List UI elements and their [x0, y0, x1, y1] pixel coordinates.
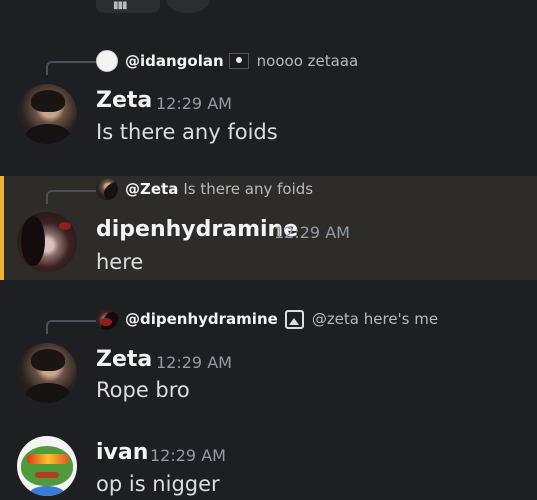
- username[interactable]: Zeta: [96, 347, 152, 372]
- message-text: Is there any foids: [96, 120, 278, 144]
- reply-avatar: [96, 178, 118, 200]
- reply-connector: [46, 320, 96, 334]
- reply-preview[interactable]: @Zeta Is there any foids: [96, 178, 313, 200]
- reply-avatar: [96, 308, 118, 330]
- timestamp: 12:29 AM: [156, 353, 232, 372]
- avatar[interactable]: [17, 436, 77, 496]
- reply-username[interactable]: @dipenhydramine: [125, 310, 278, 328]
- username[interactable]: dipenhydramine: [96, 217, 298, 242]
- bars-icon: ▮▮▮: [113, 0, 127, 11]
- reply-text: Is there any foids: [183, 180, 314, 198]
- message-text: here: [96, 250, 144, 274]
- avatar[interactable]: [17, 212, 77, 272]
- pirate-flag-icon: [228, 53, 249, 69]
- avatar[interactable]: [17, 343, 77, 403]
- reaction-button[interactable]: ▮▮▮: [96, 0, 160, 13]
- timestamp: 12:29 AM: [274, 223, 350, 242]
- reply-preview[interactable]: @dipenhydramine @zeta here's me: [96, 308, 438, 330]
- message-text: op is nigger: [96, 472, 220, 496]
- image-icon: [284, 309, 304, 329]
- reply-avatar: [96, 50, 118, 72]
- reply-username[interactable]: @idangolan: [125, 52, 224, 70]
- reply-text: noooo zetaaa: [256, 52, 359, 70]
- reply-preview[interactable]: @idangolan noooo zetaaa: [96, 50, 358, 72]
- timestamp: 12:29 AM: [156, 94, 232, 113]
- message-3: @dipenhydramine @zeta here's me Zeta 12:…: [0, 306, 537, 418]
- timestamp: 12:29 AM: [150, 446, 226, 465]
- message-text: Rope bro: [96, 378, 190, 402]
- avatar[interactable]: [17, 84, 77, 144]
- reply-text: @zeta here's me: [311, 310, 439, 328]
- reply-username[interactable]: @Zeta: [125, 180, 178, 198]
- pepe-frog-icon: [21, 446, 73, 486]
- reply-connector: [46, 61, 96, 75]
- reply-connector: [46, 190, 96, 204]
- message-4: ivan 12:29 AM op is nigger: [0, 430, 537, 500]
- circle-button[interactable]: [166, 0, 210, 13]
- username[interactable]: ivan: [96, 440, 148, 465]
- username[interactable]: Zeta: [96, 88, 152, 113]
- message-1: @idangolan noooo zetaaa Zeta 12:29 AM Is…: [0, 44, 537, 174]
- message-2: @Zeta Is there any foids dipenhydramine …: [0, 176, 537, 280]
